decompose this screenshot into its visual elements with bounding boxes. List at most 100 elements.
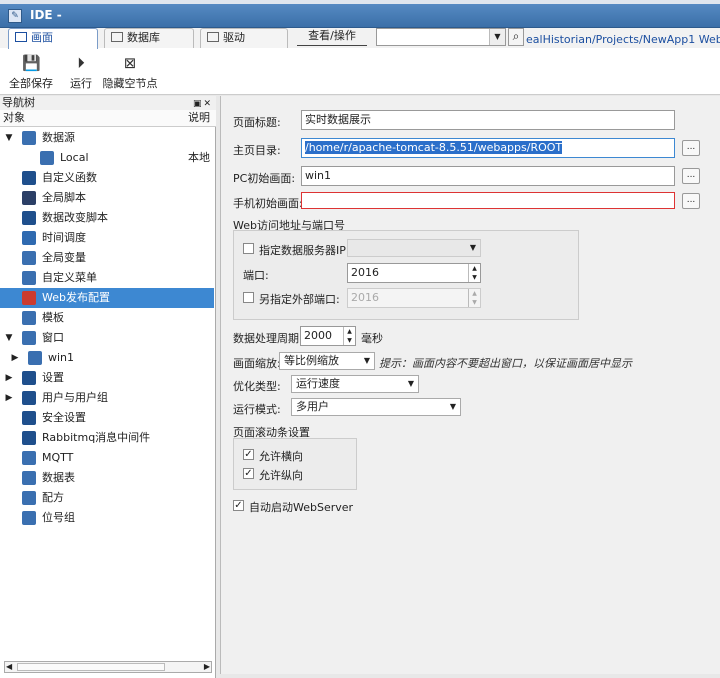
tab-screen-label: 画面 [31,31,53,44]
tree-item-function[interactable]: 自定义函数 [0,168,214,188]
tree-item-rabbitmq[interactable]: Rabbitmq消息中间件 [0,428,214,448]
zoom-select[interactable]: 等比例缩放 ▼ [279,352,375,370]
allow-h-checkbox[interactable]: ✓ [243,449,254,460]
project-path: ealHistorian/Projects/NewApp1 Web发布配 [526,33,720,46]
spin-arrows-icon[interactable]: ▲ ▼ [468,264,480,282]
run-button[interactable]: ⏵ 运行 [64,54,98,91]
other-port-checkbox[interactable] [243,292,254,303]
cycle-label: 数据处理周期: [233,332,303,345]
chevron-down-icon: ▼ [449,402,456,411]
mode-value: 多用户 [296,400,329,413]
tree-item-datasource[interactable]: ▼ 数据源 [0,128,214,148]
pc-screen-browse-button[interactable]: ... [682,168,700,184]
scroll-thumb[interactable] [17,663,165,671]
view-ops-menu[interactable]: 查看/操作 [297,28,367,46]
hide-nodes-icon: ⊠ [123,54,137,72]
close-icon[interactable]: ✕ [203,99,213,109]
pc-screen-input[interactable]: win1 [301,166,675,186]
cycle-spinbox[interactable]: 2000 ▲ ▼ [300,326,356,346]
home-dir-browse-button[interactable]: ... [682,140,700,156]
mobile-screen-input[interactable] [301,192,675,209]
expand-arrow-icon[interactable]: ▶ [4,388,14,408]
save-all-button[interactable]: 💾 全部保存 [4,54,58,91]
collapse-arrow-icon[interactable]: ▼ [4,328,14,348]
mode-select[interactable]: 多用户 ▼ [291,398,461,416]
specify-ip-label: 指定数据服务器IP [259,244,346,257]
port-label: 端口: [243,269,269,282]
tree-item-security[interactable]: 安全设置 [0,408,214,428]
nav-title: 导航树 [2,96,35,109]
mode-label: 运行模式: [233,403,281,416]
tree-item-label: 自定义函数 [42,171,97,184]
collapse-arrow-icon[interactable]: ▼ [4,128,14,148]
page-title-label: 页面标题: [233,116,281,129]
specify-ip-checkbox[interactable] [243,243,254,254]
tab-screen[interactable]: 画面 [8,28,98,49]
hide-empty-nodes-button[interactable]: ⊠ 隐藏空节点 [102,54,158,91]
datasource-icon [22,131,36,145]
screen-icon [15,32,27,42]
expand-arrow-icon[interactable]: ▶ [10,348,20,368]
tree-item-datatable[interactable]: 数据表 [0,468,214,488]
tree-item-menu[interactable]: 自定义菜单 [0,268,214,288]
zoom-value: 等比例缩放 [284,354,339,367]
tree-item-label: Local [60,151,89,164]
other-port-label: 另指定外部端口: [259,293,340,306]
page-title-input[interactable]: 实时数据展示 [301,110,675,130]
tree-item-label: 配方 [42,491,64,504]
spin-arrows-icon[interactable]: ▲ ▼ [343,327,355,345]
tree-item-users[interactable]: ▶ 用户与用户组 [0,388,214,408]
expand-arrow-icon[interactable]: ▶ [4,368,14,388]
allow-h-label: 允许横向 [259,450,303,463]
tab-driver[interactable]: 驱动 [200,28,288,48]
allow-v-label: 允许纵向 [259,469,303,482]
tree-item-label: 时间调度 [42,231,86,244]
mqtt-icon [22,451,36,465]
title-bar [0,0,720,28]
tree-item-schedule[interactable]: 时间调度 [0,228,214,248]
navigation-panel: 导航树 ▣✕ 对象 说明 ▼ 数据源 Local 本地 自定义函数 全局脚本 数据改变脚本时… [0,96,216,678]
tree-item-local[interactable]: Local 本地 [0,148,214,168]
float-icon[interactable]: ▣ [193,99,204,109]
tree-item-script[interactable]: 全局脚本 [0,188,214,208]
auto-start-checkbox[interactable]: ✓ [233,500,244,511]
tree-item-mqtt[interactable]: MQTT [0,448,214,468]
tree-item-data-change[interactable]: 数据改变脚本 [0,208,214,228]
search-icon[interactable]: ⌕ [508,28,524,46]
tree-item-label: 数据表 [42,471,75,484]
tree-item-template[interactable]: 模板 [0,308,214,328]
chevron-down-icon[interactable]: ▼ [489,29,505,45]
variable-icon [22,251,36,265]
menu-icon [22,271,36,285]
tree-item-label: Rabbitmq消息中间件 [42,431,151,444]
nav-header: 导航树 ▣✕ [0,96,216,110]
run-label: 运行 [70,77,92,90]
tree-item-win1[interactable]: ▶ win1 [0,348,214,368]
function-icon [22,171,36,185]
opt-select[interactable]: 运行速度 ▼ [291,375,419,393]
tree-item-tag-group[interactable]: 位号组 [0,508,214,528]
driver-icon [207,32,219,42]
database-icon [111,32,123,42]
tree-item-web-publish[interactable]: Web发布配置 [0,288,214,308]
home-dir-input[interactable]: /home/r/apache-tomcat-8.5.51/webapps/ROO… [301,138,675,158]
mobile-screen-browse-button[interactable]: ... [682,193,700,209]
tree-item-label: MQTT [42,451,74,464]
server-ip-select[interactable]: ▼ [347,239,481,257]
ops-combo[interactable]: ▼ [376,28,506,46]
nav-hscrollbar[interactable]: ◀ ▶ [4,661,212,673]
scroll-right-icon[interactable]: ▶ [204,662,210,671]
users-icon [22,391,36,405]
tab-database[interactable]: 数据库 [104,28,194,48]
opt-label: 优化类型: [233,380,281,393]
tree-item-label: 安全设置 [42,411,86,424]
other-port-spinbox[interactable]: 2016 ▲ ▼ [347,288,481,308]
allow-v-checkbox[interactable]: ✓ [243,468,254,479]
tree-item-variable[interactable]: 全局变量 [0,248,214,268]
home-dir-label: 主页目录: [233,144,281,157]
tree-item-window[interactable]: ▼ 窗口 [0,328,214,348]
port-spinbox[interactable]: 2016 ▲ ▼ [347,263,481,283]
scroll-left-icon[interactable]: ◀ [6,662,12,671]
tree-item-recipe[interactable]: 配方 [0,488,214,508]
tree-item-settings[interactable]: ▶ 设置 [0,368,214,388]
